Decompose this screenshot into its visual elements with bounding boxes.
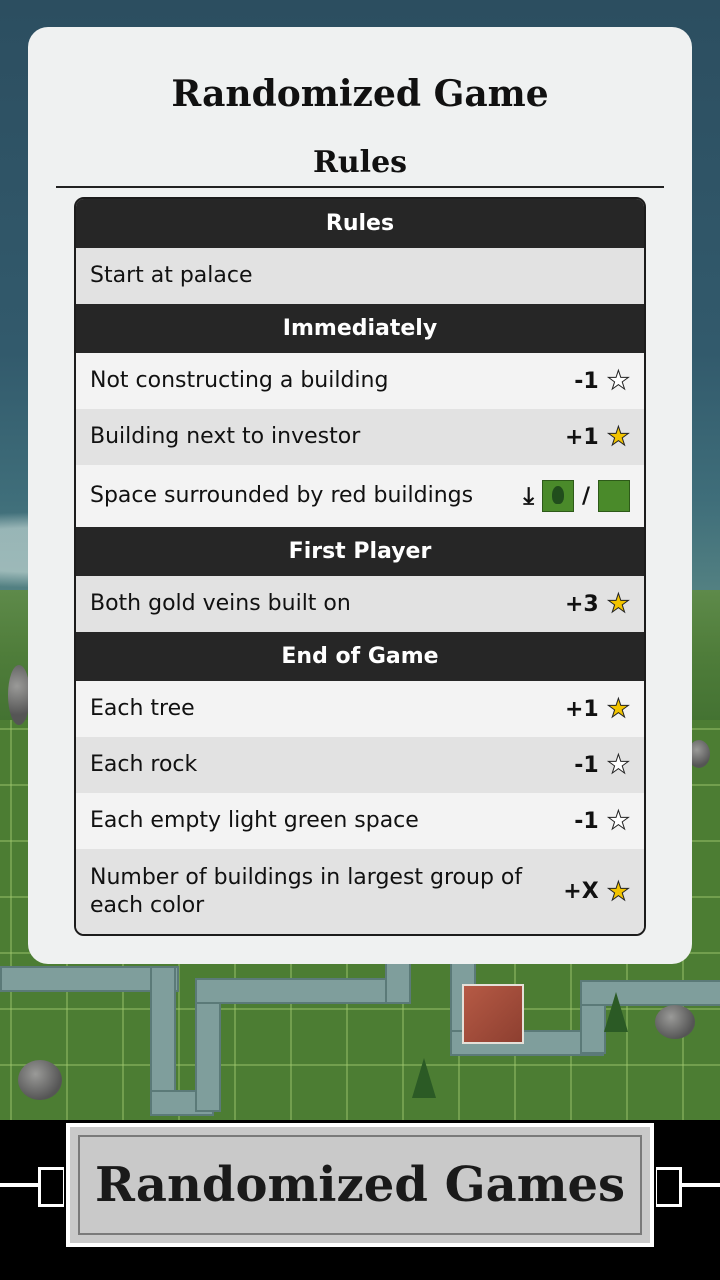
slash-separator: / bbox=[581, 483, 590, 509]
tree bbox=[604, 992, 628, 1032]
table-row: Both gold veins built on +3 ★ bbox=[76, 576, 644, 632]
table-row: Not constructing a building -1 ★ bbox=[76, 353, 644, 409]
section-header-end-of-game: End of Game bbox=[76, 632, 644, 681]
score-value: -1 ★ bbox=[574, 806, 630, 836]
rule-text: Number of buildings in largest group of … bbox=[90, 864, 523, 918]
rock bbox=[8, 665, 30, 725]
table-row: Start at palace bbox=[76, 248, 644, 304]
score-number: +1 bbox=[564, 696, 599, 722]
tree-tile-icon bbox=[541, 480, 574, 512]
table-row: Number of buildings in largest group of … bbox=[76, 849, 644, 934]
banner-line-right bbox=[680, 1183, 720, 1187]
banner-end-right bbox=[654, 1167, 682, 1207]
score-number: -1 bbox=[574, 368, 599, 394]
rule-text: Space surrounded by red buildings bbox=[90, 483, 474, 508]
river bbox=[580, 980, 720, 1006]
star-filled-icon: ★ bbox=[606, 876, 630, 907]
green-tile-icon bbox=[598, 480, 630, 512]
star-outline-icon: ★ bbox=[606, 750, 630, 780]
rule-text: Each tree bbox=[90, 696, 195, 721]
rule-text: Start at palace bbox=[90, 263, 253, 288]
score-number: +3 bbox=[564, 591, 599, 617]
rule-text: Both gold veins built on bbox=[90, 591, 351, 616]
star-filled-icon: ★ bbox=[606, 694, 630, 724]
table-row: Each empty light green space -1 ★ bbox=[76, 793, 644, 849]
score-number: -1 bbox=[574, 808, 599, 834]
palace-building bbox=[462, 984, 524, 1044]
star-outline-icon: ★ bbox=[606, 366, 630, 396]
rule-text: Each empty light green space bbox=[90, 808, 419, 833]
download-icon: ⤓ bbox=[523, 482, 534, 510]
river bbox=[195, 978, 399, 1004]
rules-dialog: Randomized Game Rules Rules Start at pal… bbox=[28, 27, 692, 964]
section-header-immediately: Immediately bbox=[76, 304, 644, 353]
rock bbox=[655, 1005, 695, 1039]
score-number: +1 bbox=[564, 424, 599, 450]
dialog-title: Randomized Game bbox=[171, 73, 549, 115]
score-number: -1 bbox=[574, 752, 599, 778]
title-divider bbox=[56, 186, 664, 188]
rule-text: Each rock bbox=[90, 752, 198, 777]
banner-end-left bbox=[38, 1167, 66, 1207]
table-row: Each rock -1 ★ bbox=[76, 737, 644, 793]
rule-text: Building next to investor bbox=[90, 424, 361, 449]
section-header-rules: Rules bbox=[76, 199, 644, 248]
banner-line-left bbox=[0, 1183, 40, 1187]
star-outline-icon: ★ bbox=[606, 806, 630, 836]
tree bbox=[412, 1058, 436, 1098]
rule-text: Not constructing a building bbox=[90, 368, 389, 393]
table-row: Building next to investor +1 ★ bbox=[76, 409, 644, 465]
table-row: Space surrounded by red buildings ⤓ / bbox=[76, 465, 644, 527]
score-value: +3 ★ bbox=[564, 589, 631, 619]
table-row: Each tree +1 ★ bbox=[76, 681, 644, 737]
banner-label: Randomized Games bbox=[94, 1157, 626, 1213]
dialog-subtitle: Rules bbox=[312, 145, 408, 180]
score-value: -1 ★ bbox=[574, 750, 630, 780]
score-value: +X ★ bbox=[563, 876, 630, 907]
rock bbox=[18, 1060, 62, 1100]
score-value: -1 ★ bbox=[574, 366, 630, 396]
score-value: +1 ★ bbox=[564, 422, 631, 452]
star-filled-icon: ★ bbox=[606, 589, 630, 619]
river bbox=[150, 966, 176, 1110]
score-number: +X bbox=[563, 879, 599, 904]
randomized-games-button[interactable]: Randomized Games bbox=[64, 1121, 656, 1249]
river bbox=[385, 960, 411, 1004]
effect-icons: ⤓ / bbox=[523, 480, 630, 512]
score-value: +1 ★ bbox=[564, 694, 631, 724]
section-header-first-player: First Player bbox=[76, 527, 644, 576]
star-filled-icon: ★ bbox=[606, 422, 630, 452]
rules-table: Rules Start at palace Immediately Not co… bbox=[74, 197, 646, 936]
